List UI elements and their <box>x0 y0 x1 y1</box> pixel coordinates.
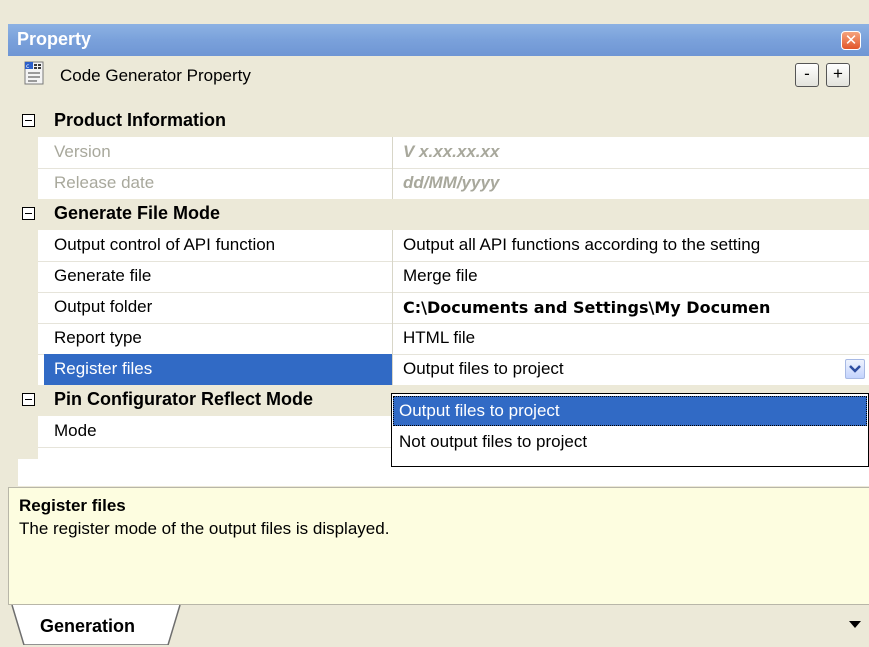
property-value-cell[interactable]: Output files to project <box>392 354 869 385</box>
svg-text:c: c <box>26 63 29 70</box>
dropdown-button[interactable] <box>845 359 865 379</box>
expand-all-button[interactable]: + <box>826 63 850 87</box>
property-name: Version <box>54 142 111 161</box>
property-row-register-files[interactable]: Register files Output files to project <box>18 354 869 385</box>
property-name: Output folder <box>54 297 153 316</box>
property-value-cell[interactable]: C:\Documents and Settings\My Documen <box>392 292 869 323</box>
property-name: Report type <box>54 328 142 347</box>
property-value: dd/MM/yyyy <box>403 173 500 192</box>
property-value: Output all API functions according to th… <box>403 235 761 254</box>
property-name: Output control of API function <box>54 235 276 254</box>
collapse-toggle-icon[interactable] <box>22 207 35 220</box>
tab-menu-arrow-icon[interactable] <box>849 621 861 628</box>
collapse-toggle-icon[interactable] <box>22 393 35 406</box>
property-value-cell[interactable]: Output all API functions according to th… <box>392 230 869 261</box>
category-label: Generate File Mode <box>54 203 221 223</box>
property-name: Release date <box>54 173 155 192</box>
property-row-release-date[interactable]: Release date dd/MM/yyyy <box>18 168 869 199</box>
option-label: Output files to project <box>399 401 560 420</box>
property-value-cell[interactable]: HTML file <box>392 323 869 354</box>
tab-generation[interactable]: Generation <box>10 605 194 645</box>
property-value: Output files to project <box>403 359 564 378</box>
code-generator-icon: c <box>24 61 44 85</box>
property-panel: Property ✕ c Code Generator Property - +… <box>0 0 869 647</box>
tab-strip: Generation <box>8 604 869 647</box>
property-value: C:\Documents and Settings\My Documen <box>403 298 771 317</box>
title-bar[interactable]: Property ✕ <box>8 24 869 56</box>
property-value-cell[interactable]: Merge file <box>392 261 869 292</box>
category-label: Product Information <box>54 110 226 130</box>
dropdown-option-not-output-files[interactable]: Not output files to project <box>393 427 867 457</box>
collapse-all-button[interactable]: - <box>795 63 819 87</box>
category-label: Pin Configurator Reflect Mode <box>54 389 314 409</box>
property-row-output-folder[interactable]: Output folder C:\Documents and Settings\… <box>18 292 869 323</box>
window-title: Property <box>17 29 92 49</box>
option-label: Not output files to project <box>399 432 588 451</box>
property-value-cell: V x.xx.xx.xx <box>392 137 869 168</box>
property-header: c Code Generator Property - + <box>8 56 869 100</box>
property-value-cell: dd/MM/yyyy <box>392 168 869 199</box>
collapse-toggle-icon[interactable] <box>22 114 35 127</box>
description-panel: Register files The register mode of the … <box>8 487 869 604</box>
property-name: Mode <box>54 421 97 440</box>
property-value: Merge file <box>403 266 478 285</box>
property-name: Generate file <box>54 266 152 285</box>
description-text: The register mode of the output files is… <box>19 519 390 538</box>
dropdown-option-output-files[interactable]: Output files to project <box>393 396 867 426</box>
selected-name-cell: Register files <box>44 354 392 385</box>
close-icon[interactable]: ✕ <box>841 31 861 50</box>
chevron-down-icon <box>849 365 861 373</box>
category-product-information[interactable]: Product Information <box>18 106 869 137</box>
register-files-dropdown-list[interactable]: Output files to project Not output files… <box>391 393 869 467</box>
property-name: Register files <box>54 359 153 378</box>
property-row-version[interactable]: Version V x.xx.xx.xx <box>18 137 869 168</box>
property-row-generate-file[interactable]: Generate file Merge file <box>18 261 869 292</box>
category-generate-file-mode[interactable]: Generate File Mode <box>18 199 869 230</box>
header-title: Code Generator Property <box>60 66 251 85</box>
property-row-report-type[interactable]: Report type HTML file <box>18 323 869 354</box>
description-title: Register files <box>19 496 126 515</box>
tab-label: Generation <box>40 616 136 636</box>
property-row-output-control[interactable]: Output control of API function Output al… <box>18 230 869 261</box>
property-value: HTML file <box>403 328 476 347</box>
property-value: V x.xx.xx.xx <box>403 142 500 161</box>
